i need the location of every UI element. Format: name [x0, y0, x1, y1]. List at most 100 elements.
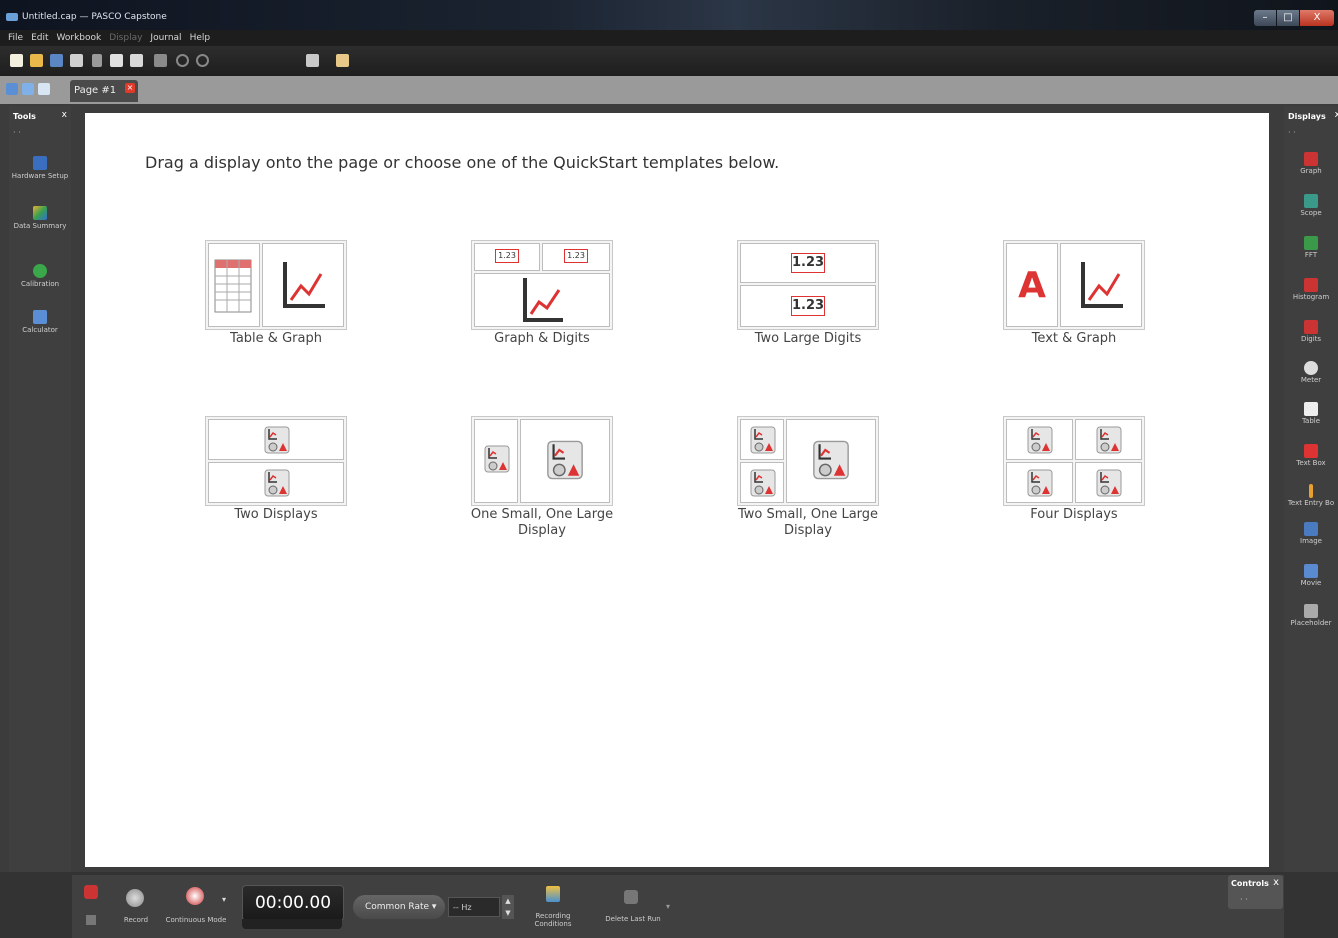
close-button[interactable]: X: [1300, 10, 1334, 26]
display-histogram[interactable]: Histogram: [1284, 278, 1338, 301]
rate-value-field[interactable]: -- Hz: [448, 897, 500, 917]
display-table[interactable]: Table: [1284, 402, 1338, 425]
delete-last-run-label: Delete Last Run: [605, 915, 661, 923]
template-thumbnail: 1.23 1.23: [471, 240, 613, 330]
display-label: Histogram: [1292, 293, 1330, 301]
display-fft[interactable]: FFT: [1284, 236, 1338, 259]
display-label: Image: [1300, 537, 1322, 545]
paste-icon[interactable]: [130, 54, 143, 67]
record-button[interactable]: [126, 889, 144, 907]
copy-icon[interactable]: [110, 54, 123, 67]
movie-icon: [1304, 564, 1318, 578]
page-layout-icon[interactable]: [38, 83, 50, 95]
display-placeholder-icon: [1027, 426, 1053, 454]
tool-label: Calibration: [20, 280, 60, 288]
display-placeholder-icon: [1096, 469, 1122, 497]
template-two-displays[interactable]: Two Displays: [186, 416, 366, 523]
undo-icon[interactable]: [176, 54, 189, 67]
continuous-mode-icon[interactable]: [186, 887, 204, 905]
display-placeholder-icon: [1027, 469, 1053, 497]
display-digits[interactable]: Digits: [1284, 320, 1338, 343]
template-label: Two Small, One Large Display: [737, 507, 879, 538]
tool-calculator[interactable]: Calculator: [9, 310, 71, 334]
rate-stepper[interactable]: ▲ ▼: [502, 895, 514, 919]
template-graph-digits[interactable]: 1.23 1.23 Graph & Digits: [452, 240, 632, 347]
template-two-large-digits[interactable]: 1.23 1.23 Two Large Digits: [718, 240, 898, 347]
delete-run-dropdown-icon[interactable]: ▾: [666, 902, 670, 911]
display-meter[interactable]: Meter: [1284, 361, 1338, 384]
digits-cell: 1.23: [542, 243, 610, 271]
common-rate-dropdown[interactable]: Common Rate ▾: [353, 895, 445, 919]
tool-hardware-setup[interactable]: Hardware Setup: [9, 156, 71, 180]
menu-bar: File Edit Workbook Display Journal Help: [0, 30, 1338, 46]
digits-value: 1.23: [791, 296, 825, 316]
cut-icon[interactable]: [92, 54, 102, 67]
digits-cell: 1.23: [474, 243, 540, 271]
recording-conditions-label: Recording Conditions: [534, 912, 572, 928]
tab-page-1[interactable]: Page #1 ×: [70, 80, 138, 102]
menu-help[interactable]: Help: [190, 30, 211, 46]
display-text-box[interactable]: Text Box: [1284, 444, 1338, 467]
tools-dots[interactable]: · ·: [13, 128, 21, 137]
page-canvas[interactable]: Drag a display onto the page or choose o…: [85, 113, 1269, 867]
recording-conditions-icon[interactable]: [546, 886, 560, 902]
scope-icon: [1304, 194, 1318, 208]
display-graph[interactable]: Graph: [1284, 152, 1338, 175]
digits-value: 1.23: [791, 253, 825, 273]
tab-label: Page #1: [74, 85, 117, 96]
digits-value: 1.23: [564, 249, 588, 263]
common-rate-label: Common Rate: [365, 902, 430, 912]
open-folder-icon[interactable]: [30, 54, 43, 67]
tab-close-icon[interactable]: ×: [125, 83, 135, 93]
print-icon[interactable]: [70, 54, 83, 67]
display-placeholder-icon: [264, 426, 290, 454]
display-cell: [474, 419, 518, 503]
table-icon: [1304, 402, 1318, 416]
redo-icon[interactable]: [196, 54, 209, 67]
displays-dots[interactable]: · ·: [1288, 128, 1296, 137]
template-four-displays[interactable]: Four Displays: [984, 416, 1164, 523]
template-one-small-one-large[interactable]: One Small, One Large Display: [452, 416, 632, 539]
display-movie[interactable]: Movie: [1284, 564, 1338, 587]
template-two-small-one-large[interactable]: Two Small, One Large Display: [718, 416, 898, 539]
text-box-icon: [1304, 444, 1318, 458]
keep-mode-icon[interactable]: [86, 915, 96, 925]
menu-journal[interactable]: Journal: [150, 30, 181, 46]
page-view-icon[interactable]: [6, 83, 18, 95]
display-placeholder[interactable]: Placeholder: [1284, 604, 1338, 627]
maximize-button[interactable]: □: [1277, 10, 1299, 26]
menu-display[interactable]: Display: [109, 30, 142, 46]
tools-close-button[interactable]: x: [62, 110, 67, 120]
camera-icon[interactable]: [306, 54, 319, 67]
tool-label: Hardware Setup: [11, 172, 69, 180]
save-icon[interactable]: [50, 54, 63, 67]
display-image[interactable]: Image: [1284, 522, 1338, 545]
tool-data-summary[interactable]: Data Summary: [9, 206, 71, 230]
display-cell: [1075, 462, 1142, 503]
display-scope[interactable]: Scope: [1284, 194, 1338, 217]
record-mode-icon[interactable]: [84, 885, 98, 899]
new-file-icon[interactable]: [10, 54, 23, 67]
template-table-graph[interactable]: Table & Graph: [186, 240, 366, 347]
menu-edit[interactable]: Edit: [31, 30, 48, 46]
display-cell: [786, 419, 876, 503]
delete-last-run-icon[interactable]: [624, 890, 638, 904]
controls-dots[interactable]: · ·: [1240, 895, 1248, 904]
journal-snapshot-icon[interactable]: [336, 54, 349, 67]
controls-tool-panel: Controls x · ·: [1228, 875, 1283, 909]
display-placeholder-icon: [750, 426, 776, 454]
controls-close-button[interactable]: x: [1273, 877, 1279, 888]
delete-icon[interactable]: [154, 54, 167, 67]
menu-file[interactable]: File: [8, 30, 23, 46]
display-label: Digits: [1300, 335, 1322, 343]
template-thumbnail: A: [1003, 240, 1145, 330]
tool-calibration[interactable]: Calibration: [9, 264, 71, 288]
page-settings-icon[interactable]: [22, 83, 34, 95]
minimize-button[interactable]: –: [1254, 10, 1276, 26]
template-text-graph[interactable]: A Text & Graph: [984, 240, 1164, 347]
display-text-entry[interactable]: Text Entry Bo: [1284, 484, 1338, 507]
meter-icon: [1304, 361, 1318, 375]
fft-icon: [1304, 236, 1318, 250]
continuous-mode-dropdown-icon[interactable]: ▾: [222, 895, 226, 904]
menu-workbook[interactable]: Workbook: [57, 30, 102, 46]
